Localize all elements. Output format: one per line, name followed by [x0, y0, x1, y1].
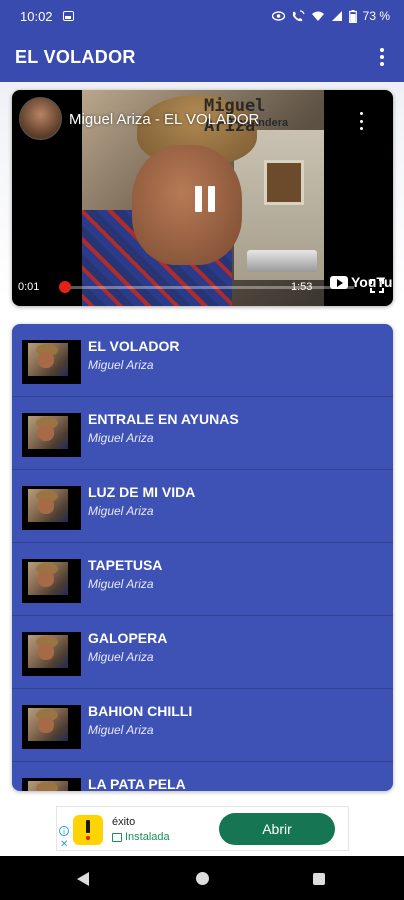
ad-installed-status: Instalada	[112, 831, 170, 843]
song-artist: Miguel Ariza	[88, 723, 154, 737]
system-nav-bar	[0, 856, 404, 900]
recents-icon[interactable]	[313, 873, 325, 885]
status-time: 10:02	[20, 8, 53, 24]
playlist-item[interactable]: TAPETUSA Miguel Ariza	[12, 543, 393, 616]
app-title: EL VOLADOR	[15, 46, 136, 67]
video-player[interactable]: Miguel Ariza Parrandera Miguel Ariza - E…	[12, 90, 393, 306]
playlist-item[interactable]: GALOPERA Miguel Ariza	[12, 616, 393, 689]
song-thumbnail	[22, 486, 81, 530]
video-time-total: 1:53	[291, 281, 313, 293]
ad-banner[interactable]: i ✕ éxito Instalada Abrir	[56, 806, 349, 851]
app-bar: EL VOLADOR	[0, 32, 404, 82]
song-title: ENTRALE EN AYUNAS	[88, 411, 239, 427]
song-thumbnail	[22, 632, 81, 676]
back-icon[interactable]	[77, 872, 89, 886]
status-icons: 73 %	[271, 9, 390, 23]
song-title: LUZ DE MI VIDA	[88, 484, 196, 500]
pause-icon[interactable]	[193, 186, 217, 212]
song-title: EL VOLADOR	[88, 338, 180, 354]
playlist-item[interactable]: LUZ DE MI VIDA Miguel Ariza	[12, 470, 393, 543]
song-title: LA PATA PELA	[88, 776, 186, 791]
installed-icon	[112, 832, 122, 842]
song-artist: Miguel Ariza	[88, 577, 154, 591]
video-title[interactable]: Miguel Ariza - EL VOLADOR	[69, 111, 259, 128]
playlist-item[interactable]: EL VOLADOR Miguel Ariza	[12, 324, 393, 397]
video-more-icon[interactable]	[357, 112, 365, 130]
playlist[interactable]: EL VOLADOR Miguel Ariza ENTRALE EN AYUNA…	[12, 324, 393, 791]
fullscreen-icon[interactable]	[370, 279, 384, 293]
song-thumbnail	[22, 705, 81, 749]
ad-app-icon	[73, 815, 103, 845]
ad-open-button[interactable]: Abrir	[219, 813, 335, 845]
battery-icon	[348, 9, 357, 23]
song-artist: Miguel Ariza	[88, 504, 154, 518]
song-artist: Miguel Ariza	[88, 431, 154, 445]
playlist-item[interactable]: BAHION CHILLI Miguel Ariza	[12, 689, 393, 762]
ad-info-icon[interactable]: i	[59, 826, 69, 836]
song-title: GALOPERA	[88, 630, 168, 646]
playlist-item[interactable]: ENTRALE EN AYUNAS Miguel Ariza	[12, 397, 393, 470]
channel-avatar[interactable]	[19, 97, 62, 140]
eye-icon	[271, 11, 285, 21]
song-title: BAHION CHILLI	[88, 703, 193, 719]
song-thumbnail	[22, 559, 81, 603]
wifi-icon	[311, 11, 324, 21]
ad-app-name: éxito	[112, 816, 136, 828]
ad-close-icon[interactable]: ✕	[60, 839, 68, 850]
ad-installed-label: Instalada	[125, 831, 170, 843]
video-time-current: 0:01	[18, 281, 40, 293]
video-progress-knob[interactable]	[59, 281, 71, 293]
overflow-menu-icon[interactable]	[374, 45, 390, 69]
gallery-notification-icon	[62, 11, 74, 21]
song-title: TAPETUSA	[88, 557, 163, 573]
signal-icon	[331, 11, 342, 21]
youtube-play-icon	[330, 275, 348, 289]
song-artist: Miguel Ariza	[88, 650, 154, 664]
song-artist: Miguel Ariza	[88, 358, 154, 372]
song-thumbnail	[22, 413, 81, 457]
wifi-call-icon	[292, 10, 305, 22]
song-thumbnail	[22, 340, 81, 384]
home-icon[interactable]	[196, 872, 209, 885]
song-thumbnail	[22, 778, 81, 791]
playlist-item[interactable]: LA PATA PELA	[12, 762, 393, 791]
battery-percent: 73 %	[362, 9, 390, 23]
status-bar: 10:02 73 %	[0, 0, 404, 32]
